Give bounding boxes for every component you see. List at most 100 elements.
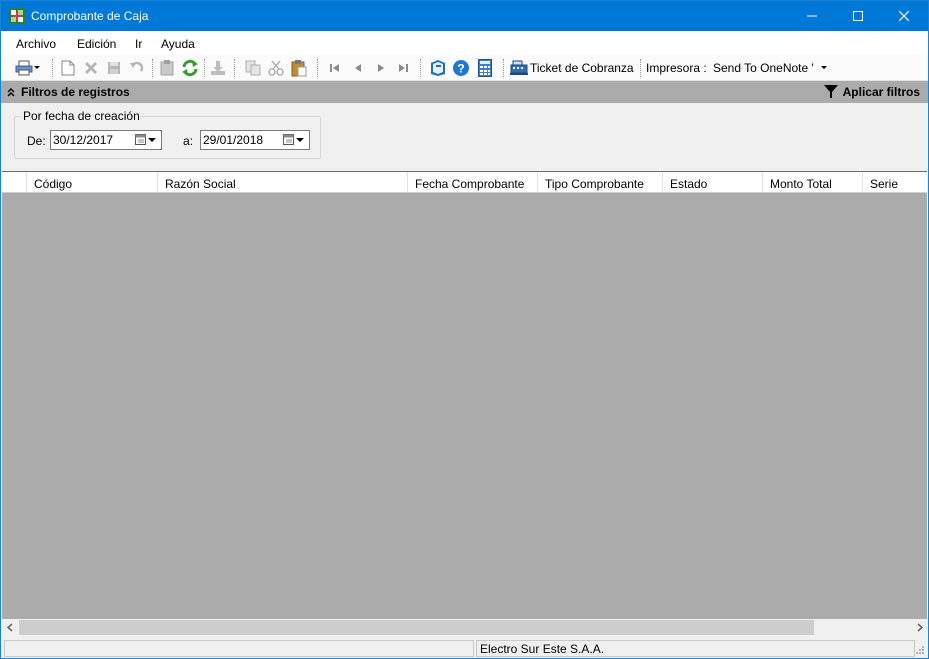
- toolbar-separator: [503, 59, 504, 77]
- copy-icon: [245, 60, 261, 76]
- column-header-tipo-comprobante[interactable]: Tipo Comprobante: [538, 172, 663, 192]
- scroll-right-icon[interactable]: [917, 623, 923, 632]
- close-icon: [899, 11, 909, 21]
- scroll-left-icon[interactable]: [7, 623, 13, 632]
- calculator-button[interactable]: [476, 59, 494, 77]
- column-header-monto-total[interactable]: Monto Total: [763, 172, 863, 192]
- save-button[interactable]: [105, 59, 123, 77]
- column-header-codigo[interactable]: Código: [27, 172, 158, 192]
- printer-select-value: Send To OneNote ': [713, 61, 814, 75]
- next-record-icon: [378, 64, 384, 72]
- copy-button[interactable]: [244, 59, 262, 77]
- filters-title: Filtros de registros: [21, 85, 130, 99]
- toolbar-separator: [640, 59, 641, 77]
- book-icon: [431, 60, 445, 76]
- collapse-chevron-icon: [7, 87, 15, 97]
- previous-record-icon: [355, 64, 361, 72]
- maximize-icon: [853, 11, 863, 21]
- download-button[interactable]: [209, 59, 227, 77]
- paste-icon: [291, 60, 307, 77]
- calculator-icon: [478, 59, 492, 77]
- new-button[interactable]: [59, 59, 77, 77]
- calendar-dropdown-icon[interactable]: [283, 133, 305, 147]
- cut-button[interactable]: [267, 59, 285, 77]
- toolbar-separator: [234, 59, 235, 77]
- scissors-icon: [268, 60, 284, 76]
- clipboard-button[interactable]: [158, 59, 176, 77]
- scrollbar-thumb[interactable]: [19, 620, 814, 635]
- undo-icon: [130, 61, 144, 72]
- title-bar[interactable]: Comprobante de Caja: [1, 1, 928, 31]
- printer-icon: [15, 60, 33, 76]
- to-date-picker[interactable]: 29/01/2018: [200, 130, 310, 150]
- maximize-button[interactable]: [835, 1, 881, 31]
- menu-ir[interactable]: Ir: [135, 37, 142, 51]
- column-header-estado[interactable]: Estado: [663, 172, 763, 192]
- print-dropdown[interactable]: [32, 59, 42, 77]
- creation-date-group: Por fecha de creación De: 30/12/2017 a: …: [14, 109, 321, 159]
- download-icon: [211, 61, 225, 75]
- last-record-button[interactable]: [395, 59, 413, 77]
- column-header-serie[interactable]: Serie: [863, 172, 927, 192]
- first-record-button[interactable]: [326, 59, 344, 77]
- chevron-down-icon: [34, 66, 40, 69]
- row-header-corner[interactable]: [2, 172, 27, 192]
- clipboard-icon: [160, 60, 174, 76]
- paste-button[interactable]: [290, 59, 308, 77]
- first-record-icon: [330, 64, 339, 72]
- toolbar-separator: [420, 59, 421, 77]
- next-record-button[interactable]: [372, 59, 390, 77]
- menu-bar: Archivo Edición Ir Ayuda: [1, 31, 928, 55]
- toolbar: ? Ticket de Cobranza Impresora : Send To…: [1, 55, 928, 81]
- apply-filters-button[interactable]: Aplicar filtros: [843, 85, 920, 99]
- creation-date-group-title: Por fecha de creación: [21, 109, 142, 123]
- column-header-fecha-comprobante[interactable]: Fecha Comprobante: [408, 172, 538, 192]
- toolbar-separator: [204, 59, 205, 77]
- chevron-down-icon: [821, 66, 827, 69]
- from-date-label: De:: [27, 134, 46, 148]
- printer-select[interactable]: Send To OneNote ': [709, 58, 833, 78]
- to-date-value: 29/01/2018: [203, 133, 264, 147]
- records-grid[interactable]: Código Razón Social Fecha Comprobante Ti…: [2, 171, 927, 619]
- main-window: Comprobante de Caja Archivo Edición Ir A…: [0, 0, 929, 659]
- to-date-label: a:: [183, 134, 194, 148]
- from-date-picker[interactable]: 30/12/2017: [50, 130, 162, 150]
- undo-button[interactable]: [128, 59, 146, 77]
- ticket-cobranza-icon-wrap[interactable]: [510, 59, 528, 77]
- printer-label: Impresora :: [646, 61, 707, 75]
- filters-panel: Por fecha de creación De: 30/12/2017 a: …: [1, 103, 928, 171]
- toolbar-separator: [152, 59, 153, 77]
- menu-archivo[interactable]: Archivo: [16, 37, 56, 51]
- refresh-button[interactable]: [181, 59, 199, 77]
- help-icon: ?: [453, 60, 469, 76]
- filters-header[interactable]: Filtros de registros Aplicar filtros: [1, 81, 928, 103]
- app-icon: [9, 8, 25, 24]
- minimize-button[interactable]: [789, 1, 835, 31]
- toolbar-separator: [52, 59, 53, 77]
- svg-text:?: ?: [457, 62, 464, 76]
- resize-grip-icon[interactable]: [915, 645, 925, 655]
- guide-button[interactable]: [429, 59, 447, 77]
- column-header-razon-social[interactable]: Razón Social: [158, 172, 408, 192]
- window-title: Comprobante de Caja: [31, 9, 149, 23]
- filter-icon: [824, 85, 838, 98]
- close-button[interactable]: [881, 1, 927, 31]
- horizontal-scrollbar[interactable]: [2, 619, 927, 636]
- delete-icon: [84, 61, 98, 75]
- help-button[interactable]: ?: [452, 59, 470, 77]
- cash-register-icon: [510, 60, 528, 75]
- save-icon: [108, 62, 120, 74]
- toolbar-separator: [317, 59, 318, 77]
- minimize-icon: [807, 15, 817, 17]
- grid-header: Código Razón Social Fecha Comprobante Ti…: [2, 172, 927, 193]
- print-button[interactable]: [15, 59, 33, 77]
- delete-button[interactable]: [82, 59, 100, 77]
- menu-ayuda[interactable]: Ayuda: [161, 37, 195, 51]
- status-company: Electro Sur Este S.A.A.: [476, 640, 915, 657]
- calendar-dropdown-icon[interactable]: [135, 133, 157, 147]
- menu-edicion[interactable]: Edición: [77, 37, 116, 51]
- new-document-icon: [61, 60, 75, 76]
- ticket-cobranza-button[interactable]: Ticket de Cobranza: [530, 61, 634, 75]
- previous-record-button[interactable]: [349, 59, 367, 77]
- from-date-value: 30/12/2017: [53, 133, 114, 147]
